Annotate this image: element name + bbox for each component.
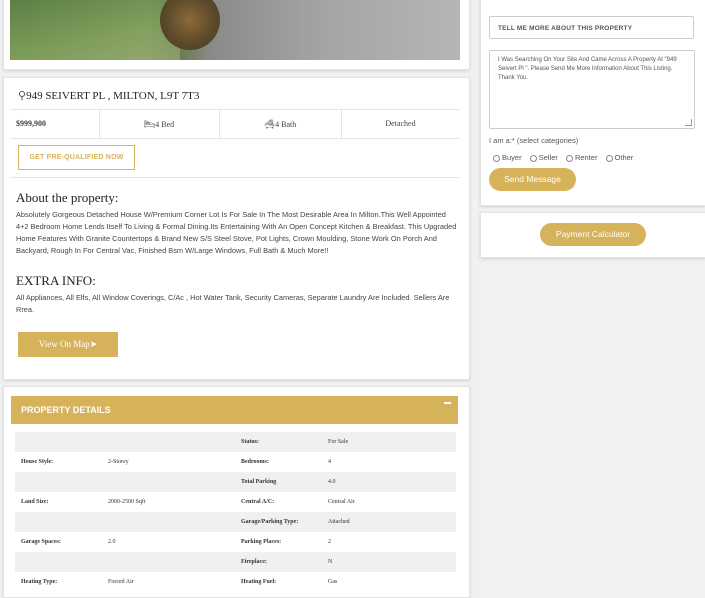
table-row: Land Size: 2000-2500 Sqft Central A/C: Cent…: [15, 492, 456, 512]
detail-value: Forced Air: [108, 579, 134, 585]
radio-circle-icon: [493, 154, 500, 162]
detail-value: For Sale: [328, 439, 349, 445]
detail-label: Land Size:: [21, 499, 49, 505]
detail-label: Bedrooms:: [241, 459, 269, 465]
baths-text: 4 Bath: [275, 120, 297, 129]
table-row: Fireplace: N: [15, 552, 456, 572]
detail-label: House Style:: [21, 459, 54, 465]
bath-icon: 🛁︎: [263, 119, 276, 129]
extra-info-text: All Appliances, All Elfs, All Window Cov…: [16, 293, 450, 314]
radio-circle-icon: [529, 154, 537, 162]
table-row: Garage Spaces: 2.0 Parking Places: 2: [15, 532, 456, 552]
subject-input[interactable]: TELL ME MORE ABOUT THIS PROPERTY: [489, 16, 694, 39]
property-details-header[interactable]: PROPERTY DETAILS: [11, 396, 458, 424]
property-details-title: PROPERTY DETAILS: [21, 405, 111, 415]
extra-info-heading: EXTRA INFO:: [16, 273, 96, 288]
payment-calculator-button[interactable]: Payment Calculator: [540, 223, 646, 246]
divider: [11, 177, 460, 178]
minus-icon[interactable]: [444, 402, 451, 404]
send-message-button[interactable]: Send Message: [489, 168, 576, 191]
detail-value: 2.0: [108, 539, 116, 545]
detail-value: 4.0: [328, 479, 336, 485]
property-photo[interactable]: [10, 0, 460, 60]
get-prequalified-button[interactable]: GET PRE-QUALIFIED NOW: [18, 145, 135, 170]
resize-handle[interactable]: [685, 119, 692, 126]
radio-circle-icon: [605, 154, 613, 162]
radio-label: Renter: [574, 153, 598, 162]
detail-value: 2000-2500 Sqft: [108, 499, 146, 505]
property-address: ⚲949 SEIVERT PL , MILTON, L9T 7T3: [18, 89, 199, 102]
view-on-map-label: View On Map: [38, 339, 90, 349]
detail-value: 2: [328, 539, 331, 545]
property-details-table: Status: For Sale House Style: 2-Storey Bedro…: [15, 432, 456, 592]
bed-icon: 🛌︎: [143, 119, 156, 129]
divider: [11, 138, 460, 139]
detail-label: Fireplace:: [241, 559, 267, 565]
detail-label: Status:: [241, 439, 260, 445]
navigation-arrow-icon: ➤: [89, 339, 98, 349]
address-text: 949 SEIVERT PL , MILTON, L9T 7T3: [26, 90, 200, 102]
table-row: Heating Type: Forced Air Heating Fuel: Gas: [15, 572, 456, 592]
radio-renter[interactable]: Renter: [565, 153, 598, 162]
radio-label: Other: [614, 153, 634, 162]
detail-label: Heating Type:: [21, 579, 58, 585]
about-heading: About the property:: [16, 190, 119, 205]
view-on-map-button[interactable]: View On Map➤: [18, 332, 118, 357]
property-stats: $999,900 🛌︎4 Bed 🛁︎4 Bath Detached: [11, 110, 460, 138]
detail-label: Garage Spaces:: [21, 539, 61, 545]
beds-text: 4 Bed: [155, 120, 175, 129]
radio-label: Buyer: [502, 153, 522, 162]
detail-label: Central A/C:: [241, 499, 275, 505]
detail-value: 2-Storey: [108, 459, 129, 465]
category-radio-group: Buyer Seller Renter Other: [493, 153, 639, 162]
table-row: Total Parking 4.0: [15, 472, 456, 492]
detail-value: 4: [328, 459, 331, 465]
radio-circle-icon: [565, 154, 573, 162]
radio-buyer[interactable]: Buyer: [493, 153, 522, 162]
message-text: I Was Searching On Your Site And Came Ac…: [498, 57, 677, 81]
map-pin-icon: ⚲: [18, 90, 27, 102]
photo-grass: [10, 0, 180, 60]
table-row: Garage/Parking Type: Attached: [15, 512, 456, 532]
message-textarea[interactable]: I Was Searching On Your Site And Came Ac…: [489, 50, 695, 129]
detail-label: Garage/Parking Type:: [241, 519, 299, 525]
property-type: Detached: [385, 119, 416, 128]
baths-stat: 🛁︎4 Bath: [219, 110, 341, 138]
detail-label: Heating Fuel:: [241, 579, 277, 585]
detail-value: N: [328, 559, 333, 565]
radio-other[interactable]: Other: [605, 153, 634, 162]
detail-label: Total Parking: [241, 479, 277, 485]
table-row: Status: For Sale: [15, 432, 456, 452]
detail-label: Parking Places:: [241, 539, 282, 545]
detail-value: Gas: [328, 579, 338, 585]
category-label: I am a:* (select categories): [489, 136, 579, 145]
beds-stat: 🛌︎4 Bed: [99, 110, 219, 138]
price: $999,900: [16, 119, 46, 128]
detail-value: Central Air: [328, 499, 355, 505]
detail-value: Attached: [328, 519, 350, 525]
table-row: House Style: 2-Storey Bedrooms: 4: [15, 452, 456, 472]
about-text: Absolutely Gorgeous Detached House W/Pre…: [16, 210, 457, 255]
radio-label: Seller: [538, 153, 558, 162]
radio-seller[interactable]: Seller: [529, 153, 558, 162]
